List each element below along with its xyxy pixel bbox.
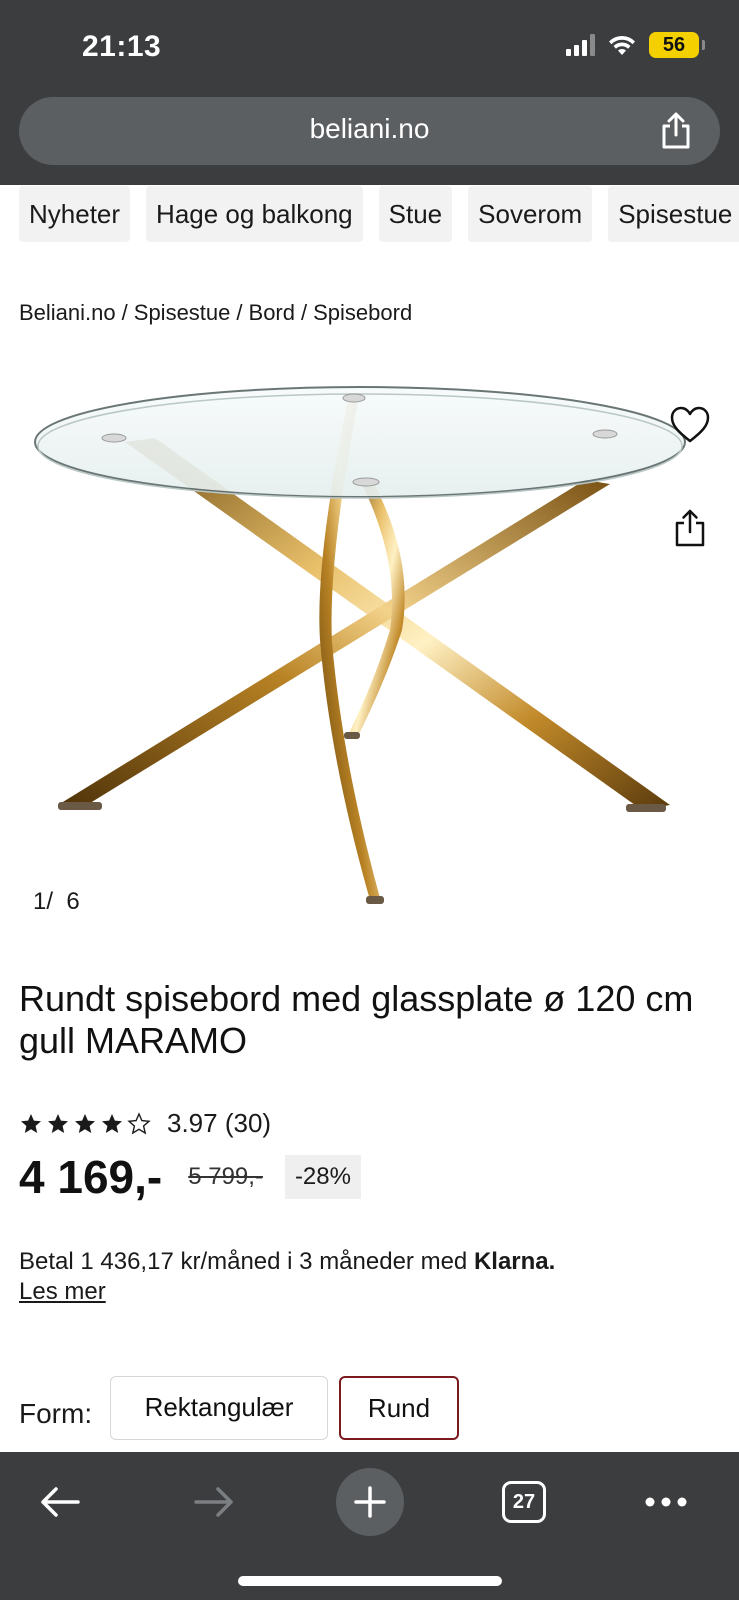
product-image[interactable] — [30, 380, 710, 940]
forward-button[interactable] — [182, 1470, 246, 1534]
new-tab-button[interactable] — [336, 1468, 404, 1536]
product-rating[interactable]: 3.97 (30) — [19, 1108, 271, 1139]
category-tab[interactable]: Hage og balkong — [146, 186, 363, 242]
status-time: 21:13 — [82, 30, 162, 63]
tab-count: 27 — [502, 1481, 546, 1523]
back-button[interactable] — [28, 1470, 92, 1534]
arrow-left-icon — [41, 1487, 80, 1517]
read-more-link[interactable]: Les mer — [19, 1278, 106, 1306]
rating-stars — [19, 1111, 151, 1136]
url-text[interactable]: beliani.no — [19, 113, 720, 145]
wifi-icon — [609, 35, 635, 55]
current-price: 4 169,- — [19, 1151, 163, 1203]
category-tab[interactable]: Spisestue — [608, 186, 739, 242]
old-price: 5 799,- — [188, 1163, 263, 1190]
category-tab[interactable]: Stue — [378, 186, 453, 242]
form-label: Form: — [19, 1398, 93, 1429]
share-icon[interactable] — [658, 111, 694, 151]
product-title: Rundt spisebord med glassplate ø 120 cm … — [19, 978, 694, 1061]
rating-text: 3.97 (30) — [167, 1108, 272, 1138]
star-filled-icon — [75, 1113, 95, 1133]
star-filled-icon — [48, 1113, 68, 1133]
klarna-info: Betal 1 436,17 kr/måned i 3 måneder med … — [19, 1248, 555, 1276]
klarna-text: Betal 1 436,17 kr/måned i 3 måneder med — [19, 1248, 474, 1275]
star-filled-icon — [102, 1113, 122, 1133]
ellipsis-icon — [645, 1497, 687, 1507]
arrow-right-icon — [194, 1487, 233, 1517]
heart-icon[interactable] — [669, 405, 711, 445]
signal-icon — [566, 34, 595, 56]
plus-icon — [354, 1486, 386, 1518]
category-tab[interactable]: Soverom — [468, 186, 593, 242]
star-empty-icon — [127, 1111, 151, 1134]
form-option-rectangular[interactable]: Rektangulær — [110, 1376, 328, 1440]
category-nav: Nyheter Hage og balkong Stue Soverom Spisest… — [0, 186, 739, 242]
more-button[interactable] — [634, 1470, 698, 1534]
share-icon[interactable] — [673, 508, 707, 548]
image-counter: 1/ 6 — [33, 888, 80, 915]
battery-icon: 56 — [649, 32, 705, 58]
breadcrumb: Beliani.no / Spisestue / Bord / Spisebord — [19, 300, 413, 325]
form-option-round[interactable]: Rund — [339, 1376, 459, 1440]
breadcrumb-item[interactable]: Spisebord — [313, 300, 412, 325]
breadcrumb-item[interactable]: Bord — [249, 300, 295, 325]
status-icons: 56 — [566, 32, 705, 58]
price-row: 4 169,- 5 799,- -28% — [19, 1150, 361, 1204]
breadcrumb-item[interactable]: Beliani.no — [19, 300, 116, 325]
klarna-brand: Klarna. — [473, 1248, 556, 1275]
address-bar[interactable]: beliani.no — [19, 97, 720, 165]
discount-badge: -28% — [284, 1155, 361, 1199]
breadcrumb-item[interactable]: Spisestue — [134, 300, 231, 325]
category-tab[interactable]: Nyheter — [19, 186, 131, 242]
star-filled-icon — [21, 1113, 41, 1133]
home-indicator — [238, 1576, 502, 1586]
browser-top-chrome: 21:13 56 beliani.no — [0, 0, 739, 185]
tabs-button[interactable]: 27 — [492, 1470, 556, 1534]
